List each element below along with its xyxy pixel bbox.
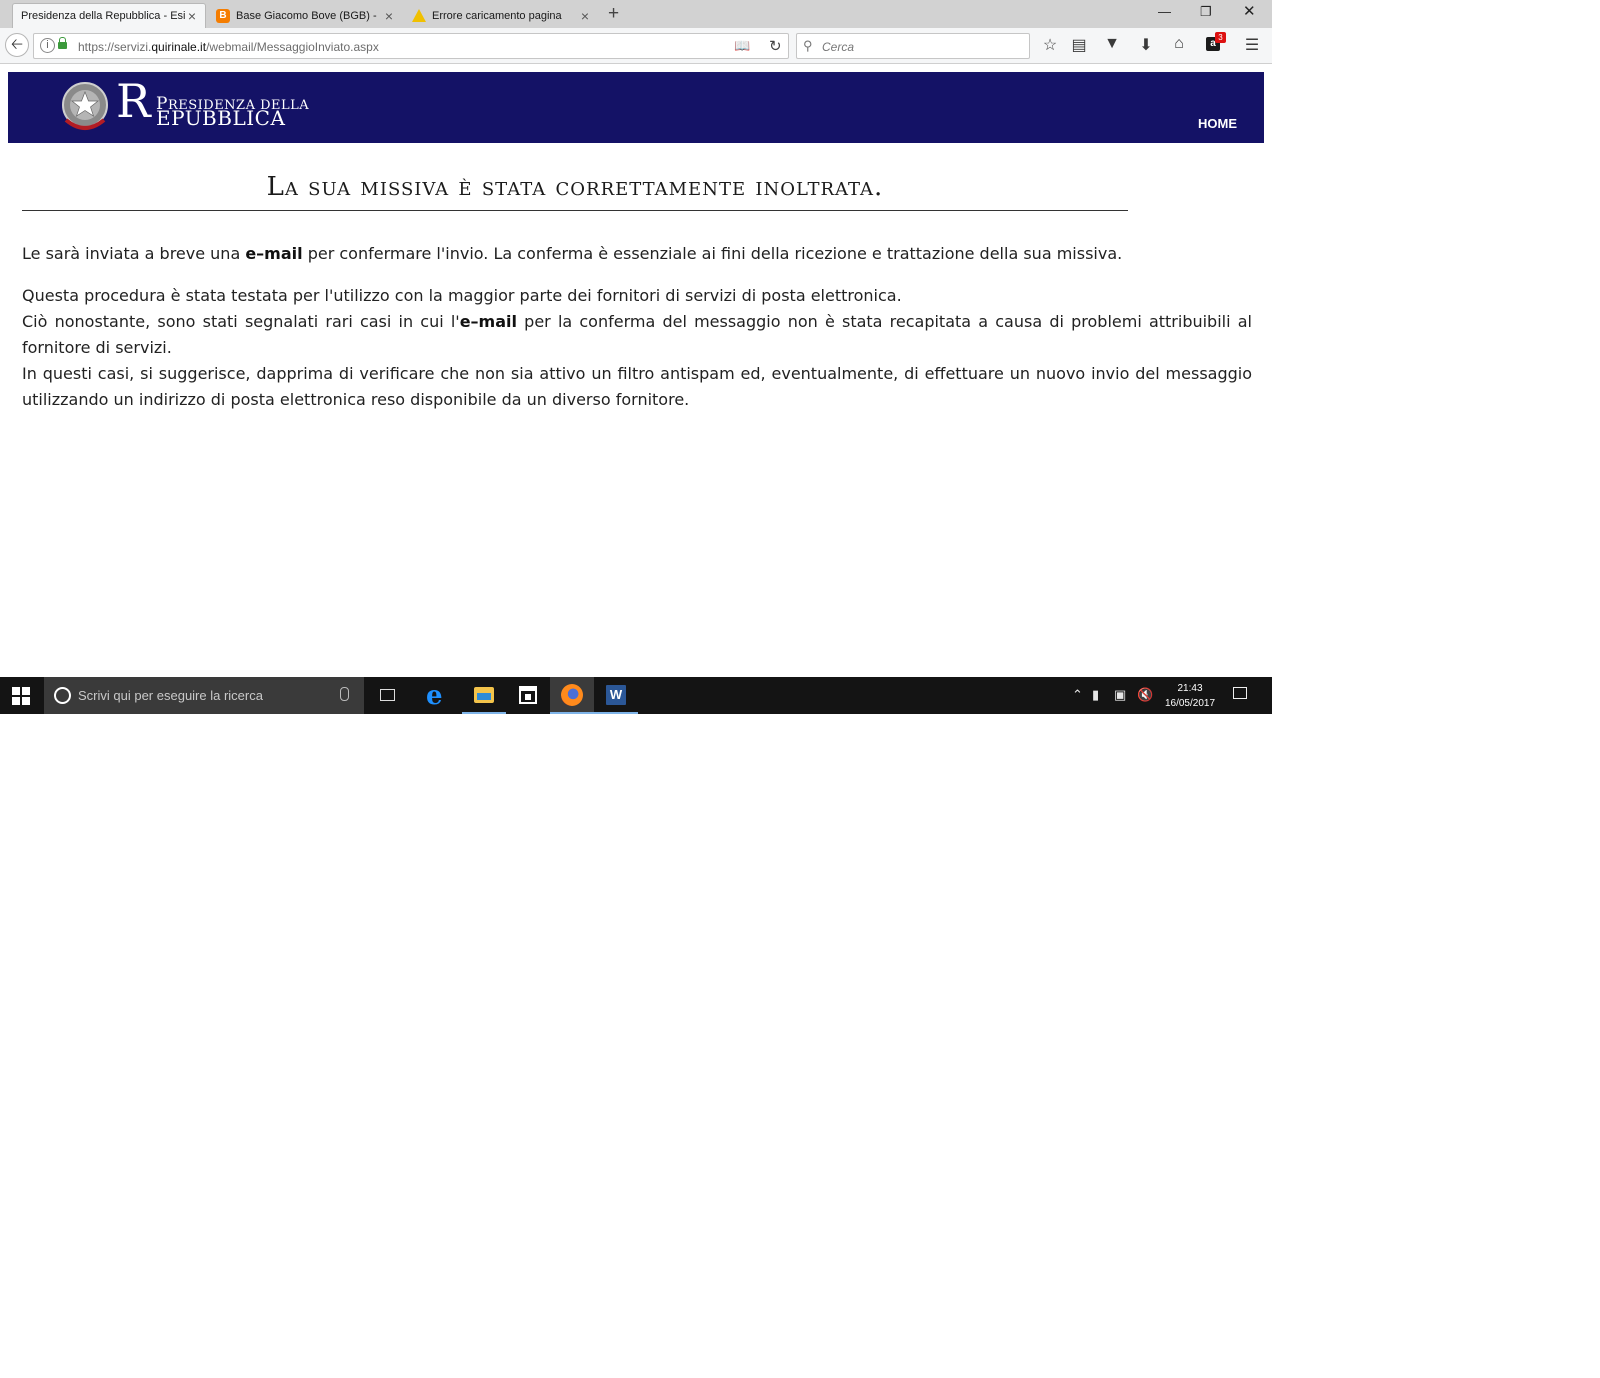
- url-domain: quirinale.it: [151, 40, 207, 54]
- minimize-window-icon[interactable]: —: [1158, 4, 1171, 19]
- clock-time: 21:43: [1177, 683, 1203, 694]
- firefox-icon: [561, 684, 583, 706]
- home-icon[interactable]: ⌂: [1168, 35, 1190, 53]
- url-path: /webmail/MessaggioInviato.aspx: [206, 40, 379, 54]
- browser-navigation-bar: 🡠 i https://servizi.quirinale.it/webmail…: [0, 28, 1272, 64]
- para1-text-c: per confermare l'invio. La conferma è es…: [302, 244, 1123, 263]
- taskbar-store[interactable]: [506, 677, 550, 714]
- url-prefix: https://servizi.: [78, 40, 152, 54]
- pocket-icon[interactable]: ▼: [1101, 35, 1123, 53]
- reader-view-icon[interactable]: 📖: [734, 38, 750, 54]
- tab-title: Presidenza della Repubblica - Esi: [21, 10, 185, 22]
- taskbar-search-placeholder: Scrivi qui per eseguire la ricerca: [78, 688, 263, 703]
- padlock-icon[interactable]: [58, 37, 67, 49]
- volume-muted-icon[interactable]: 🔇: [1137, 687, 1153, 703]
- url-text[interactable]: https://servizi.quirinale.it/webmail/Mes…: [78, 40, 379, 54]
- site-header: R PRESIDENZA DELLA EPUBBLICA HOME: [8, 72, 1264, 143]
- para2-line-2a: Ciò nonostante, sono stati segnalati rar…: [22, 312, 460, 331]
- running-indicator: [594, 712, 638, 714]
- search-field[interactable]: ⚲ Cerca: [796, 33, 1030, 59]
- reload-icon[interactable]: ↻: [769, 37, 782, 55]
- start-pane: [12, 687, 20, 695]
- show-hidden-icons-chevron-icon[interactable]: ⌃: [1072, 687, 1083, 703]
- logo-initial-r: R: [116, 74, 151, 128]
- edge-icon: e: [426, 681, 443, 711]
- tab-title: Base Giacomo Bove (BGB) -: [236, 9, 377, 22]
- confirmation-paragraph: Le sarà inviata a breve una e–mail per c…: [22, 241, 1252, 267]
- running-indicator: [462, 712, 506, 714]
- system-clock[interactable]: 21:43 16/05/2017: [1160, 681, 1220, 711]
- para1-text-a: Le sarà inviata a breve una: [22, 244, 246, 263]
- task-view-icon[interactable]: [380, 689, 395, 701]
- file-explorer-icon: [474, 687, 494, 703]
- italian-emblem-icon[interactable]: [60, 80, 110, 134]
- download-icon[interactable]: ⬇: [1135, 35, 1157, 55]
- blogger-icon: B: [216, 8, 230, 23]
- home-nav-link[interactable]: HOME: [1198, 116, 1237, 131]
- start-pane: [22, 697, 30, 705]
- battery-icon[interactable]: ▮: [1092, 687, 1099, 703]
- page-title: La sua missiva è stata correttamente ino…: [266, 172, 884, 202]
- word-icon: W: [606, 685, 626, 705]
- notification-badge: 3: [1215, 32, 1226, 43]
- cortana-icon: [54, 687, 71, 704]
- browser-tab-strip: Presidenza della Repubblica - Esi × B Ba…: [0, 0, 1272, 28]
- windows-start-icon[interactable]: [12, 687, 30, 705]
- warning-icon: [412, 9, 426, 22]
- info-paragraph: Questa procedura è stata testata per l'u…: [22, 283, 1252, 413]
- start-pane: [22, 687, 30, 695]
- taskbar-firefox[interactable]: [550, 677, 594, 714]
- start-pane: [12, 697, 20, 705]
- tab-errore-caricamento[interactable]: Errore caricamento pagina ×: [404, 3, 598, 28]
- search-placeholder: Cerca: [822, 40, 855, 54]
- para2-line-3: In questi casi, si suggerisce, dapprima …: [22, 364, 1252, 409]
- para2-email-bold: e–mail: [459, 312, 517, 331]
- clock-date: 16/05/2017: [1164, 698, 1216, 709]
- tab-presidenza[interactable]: Presidenza della Repubblica - Esi ×: [12, 3, 206, 28]
- microphone-icon[interactable]: [340, 687, 349, 701]
- network-icon[interactable]: ▣: [1114, 687, 1126, 703]
- store-icon: [519, 686, 537, 704]
- address-bar[interactable]: i https://servizi.quirinale.it/webmail/M…: [33, 33, 789, 59]
- taskbar-search-box[interactable]: Scrivi qui per eseguire la ricerca: [44, 677, 364, 714]
- para1-email-bold: e–mail: [245, 244, 303, 263]
- close-window-icon[interactable]: ✕: [1243, 2, 1256, 20]
- taskbar-word[interactable]: W: [594, 677, 638, 714]
- bookmark-star-icon[interactable]: ☆: [1039, 35, 1061, 55]
- close-tab-icon[interactable]: ×: [382, 8, 396, 24]
- tab-title: Errore caricamento pagina: [432, 9, 562, 22]
- bookmarks-library-icon[interactable]: ▤: [1068, 35, 1090, 55]
- taskbar-edge[interactable]: e: [418, 677, 462, 714]
- search-icon: ⚲: [803, 38, 813, 53]
- restore-window-icon[interactable]: ❐: [1200, 4, 1212, 20]
- site-info-icon[interactable]: i: [40, 38, 55, 53]
- action-center-icon[interactable]: [1233, 687, 1247, 699]
- logo-line-2: EPUBBLICA: [156, 106, 286, 130]
- windows-taskbar: Scrivi qui per eseguire la ricerca e W ⌃…: [0, 677, 1272, 714]
- running-indicator: [550, 712, 594, 714]
- close-tab-icon[interactable]: ×: [185, 8, 199, 24]
- para2-line-1: Questa procedura è stata testata per l'u…: [22, 286, 902, 305]
- hamburger-menu-icon[interactable]: ☰: [1241, 35, 1263, 55]
- taskbar-file-explorer[interactable]: [462, 677, 506, 714]
- close-tab-icon[interactable]: ×: [578, 8, 592, 24]
- back-button[interactable]: 🡠: [5, 33, 29, 57]
- tab-base-giacomo-bove[interactable]: B Base Giacomo Bove (BGB) - ×: [208, 3, 402, 28]
- new-tab-button[interactable]: +: [608, 3, 619, 25]
- title-divider: [22, 210, 1128, 211]
- desktop-screen: Presidenza della Repubblica - Esi × B Ba…: [0, 0, 1272, 714]
